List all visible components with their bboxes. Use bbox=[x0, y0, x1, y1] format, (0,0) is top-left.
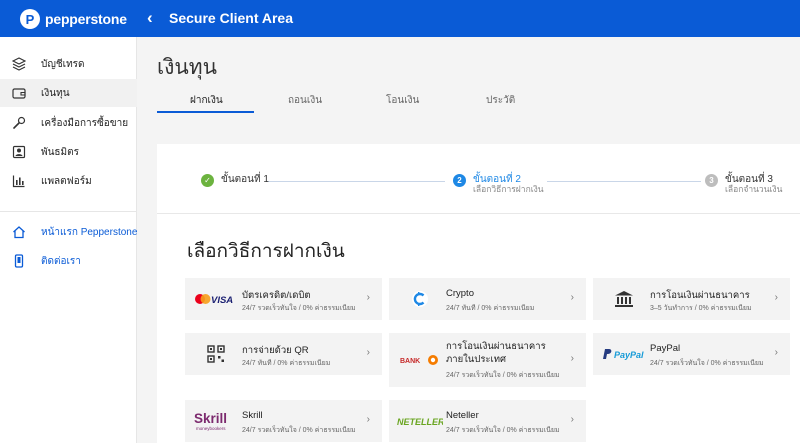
phone-icon bbox=[12, 254, 26, 268]
page-title: เงินทุน bbox=[157, 56, 217, 79]
sidebar-item-platforms[interactable]: แพลตฟอร์ม bbox=[0, 167, 137, 195]
sidebar-link-label: ติดต่อเรา bbox=[41, 255, 81, 267]
sidebar-item-trading-tools[interactable]: เครื่องมือการซื้อขาย bbox=[0, 109, 137, 137]
step-connector bbox=[267, 181, 445, 182]
method-title: การจ่ายด้วย QR bbox=[242, 345, 309, 356]
step-connector bbox=[547, 181, 701, 182]
tab-history[interactable]: ประวัติ bbox=[486, 93, 515, 108]
sidebar-item-label: เครื่องมือการซื้อขาย bbox=[41, 117, 129, 129]
local-bank-text: BANK bbox=[400, 358, 420, 365]
stepper: ✓ ขั้นตอนที่ 1 2 ขั้นตอนที่ 2 เลือกวิธีก… bbox=[157, 144, 800, 214]
method-card[interactable]: การจ่ายด้วย QR 24/7 ทันที / 0% ค่าธรรมเน… bbox=[185, 333, 382, 375]
step-number: 2 bbox=[453, 174, 466, 187]
tab-deposit[interactable]: ฝากเงิน bbox=[190, 93, 223, 108]
neteller-text: NETELLER bbox=[397, 417, 443, 427]
step-1: ✓ ขั้นตอนที่ 1 bbox=[201, 174, 269, 187]
deposit-card: ✓ ขั้นตอนที่ 1 2 ขั้นตอนที่ 2 เลือกวิธีก… bbox=[157, 144, 800, 443]
step-subtitle: เลือกวิธีการฝากเงิน bbox=[473, 184, 544, 194]
bar-chart-icon bbox=[12, 174, 26, 188]
sidebar-item-label: บัญชีเทรด bbox=[41, 58, 85, 70]
method-subtitle: 24/7 รวดเร็วทันใจ / 0% ค่าธรรมเนียม bbox=[446, 372, 560, 379]
skrill-logo: Skrill moneybookers bbox=[193, 400, 239, 442]
step-subtitle: เลือกจำนวนเงิน bbox=[725, 184, 783, 194]
method-subtitle: 3–5 วันทำการ / 0% ค่าธรรมเนียม bbox=[650, 305, 752, 312]
chevron-right-icon: › bbox=[366, 292, 370, 303]
method-subtitle: 24/7 รวดเร็วทันใจ / 0% ค่าธรรมเนียม bbox=[446, 427, 560, 434]
bank-icon bbox=[601, 278, 647, 320]
qr-code-icon bbox=[193, 333, 239, 375]
check-icon: ✓ bbox=[201, 174, 214, 187]
method-subtitle: 24/7 รวดเร็วทันใจ / 0% ค่าธรรมเนียม bbox=[242, 305, 356, 312]
step-2: 2 ขั้นตอนที่ 2 เลือกวิธีการฝากเงิน bbox=[453, 174, 544, 194]
funds-tabs: ฝากเงิน ถอนเงิน โอนเงิน ประวัติ bbox=[157, 93, 800, 115]
sidebar-divider bbox=[0, 211, 137, 212]
chevron-right-icon: › bbox=[366, 414, 370, 425]
main-content: เงินทุน ฝากเงิน ถอนเงิน โอนเงิน ประวัติ … bbox=[137, 37, 800, 443]
method-title: Neteller bbox=[446, 410, 479, 421]
topbar-title: Secure Client Area bbox=[169, 10, 293, 26]
chevron-left-icon[interactable]: ‹ bbox=[147, 8, 153, 28]
method-card[interactable]: BANK การโอนเงินผ่านธนาคารภายในประเทศ 24/… bbox=[389, 333, 586, 387]
method-card[interactable]: การโอนเงินผ่านธนาคาร 3–5 วันทำการ / 0% ค… bbox=[593, 278, 790, 320]
crypto-logo bbox=[397, 278, 443, 320]
sidebar-item-label: พันธมิตร bbox=[41, 146, 79, 158]
chevron-right-icon: › bbox=[366, 347, 370, 358]
method-title: การโอนเงินผ่านธนาคาร bbox=[650, 290, 750, 301]
method-title: บัตรเครดิต/เดบิต bbox=[242, 290, 311, 301]
section-title: เลือกวิธีการฝากเงิน bbox=[187, 241, 345, 262]
method-subtitle: 24/7 ทันที / 0% ค่าธรรมเนียม bbox=[242, 360, 331, 367]
active-tab-indicator bbox=[157, 111, 254, 113]
chevron-right-icon: › bbox=[570, 353, 574, 364]
local-bank-logo: BANK bbox=[397, 333, 443, 387]
pepperstone-logo-mark: P bbox=[20, 9, 40, 29]
method-title: Skrill bbox=[242, 410, 263, 421]
wallet-icon bbox=[12, 86, 26, 100]
sidebar-item-label: แพลตฟอร์ม bbox=[41, 175, 92, 187]
skrill-subtext: moneybookers bbox=[196, 426, 226, 431]
sidebar-link-pepperstone-home[interactable]: หน้าแรก Pepperstone bbox=[0, 218, 137, 246]
method-card[interactable]: VISA บัตรเครดิต/เดบิต 24/7 รวดเร็วทันใจ … bbox=[185, 278, 382, 320]
sidebar-link-contact-us[interactable]: ติดต่อเรา bbox=[0, 247, 137, 275]
method-subtitle: 24/7 รวดเร็วทันใจ / 0% ค่าธรรมเนียม bbox=[242, 427, 356, 434]
pepperstone-logo[interactable]: P pepperstone bbox=[20, 9, 127, 29]
paypal-logo: PayPal bbox=[601, 333, 647, 375]
sidebar: บัญชีเทรด เงินทุน เครื่องมือการซื้อขาย พ… bbox=[0, 37, 137, 443]
sidebar-item-partners[interactable]: พันธมิตร bbox=[0, 138, 137, 166]
brand-name: pepperstone bbox=[45, 11, 127, 27]
method-card[interactable]: Skrill moneybookers Skrill 24/7 รวดเร็วทั… bbox=[185, 400, 382, 442]
tab-withdraw[interactable]: ถอนเงิน bbox=[288, 93, 322, 108]
sidebar-item-funds[interactable]: เงินทุน bbox=[0, 79, 137, 107]
top-bar: P pepperstone ‹ Secure Client Area bbox=[0, 0, 800, 37]
chevron-right-icon: › bbox=[774, 292, 778, 303]
skrill-text: Skrill bbox=[194, 411, 227, 426]
visa-mastercard-logo: VISA bbox=[193, 278, 239, 320]
visa-text: VISA bbox=[211, 295, 233, 306]
method-title: การโอนเงินผ่านธนาคารภายในประเทศ bbox=[446, 341, 546, 365]
method-title: PayPal bbox=[650, 343, 681, 354]
method-card[interactable]: Crypto 24/7 ทันที / 0% ค่าธรรมเนียม › bbox=[389, 278, 586, 320]
step-title: ขั้นตอนที่ 1 bbox=[221, 174, 269, 185]
sidebar-link-label: หน้าแรก Pepperstone bbox=[41, 226, 138, 238]
method-card[interactable]: NETELLER Neteller 24/7 รวดเร็วทันใจ / 0%… bbox=[389, 400, 586, 442]
partner-icon bbox=[12, 145, 26, 159]
home-icon bbox=[12, 225, 26, 239]
method-subtitle: 24/7 รวดเร็วทันใจ / 0% ค่าธรรมเนียม bbox=[650, 360, 764, 367]
method-card[interactable]: PayPal PayPal 24/7 รวดเร็วทันใจ / 0% ค่า… bbox=[593, 333, 790, 375]
chevron-right-icon: › bbox=[570, 292, 574, 303]
chevron-right-icon: › bbox=[570, 414, 574, 425]
wrench-icon bbox=[12, 116, 26, 130]
sidebar-item-label: เงินทุน bbox=[41, 87, 70, 99]
tab-transfer[interactable]: โอนเงิน bbox=[386, 93, 419, 108]
step-3: 3 ขั้นตอนที่ 3 เลือกจำนวนเงิน bbox=[705, 174, 782, 194]
method-title: Crypto bbox=[446, 288, 474, 299]
paypal-text: PayPal bbox=[614, 350, 644, 360]
sidebar-item-trading-accounts[interactable]: บัญชีเทรด bbox=[0, 50, 137, 78]
method-subtitle: 24/7 ทันที / 0% ค่าธรรมเนียม bbox=[446, 305, 535, 312]
step-number: 3 bbox=[705, 174, 718, 187]
chevron-right-icon: › bbox=[774, 347, 778, 358]
neteller-logo: NETELLER bbox=[397, 400, 443, 442]
layers-icon bbox=[12, 57, 26, 71]
